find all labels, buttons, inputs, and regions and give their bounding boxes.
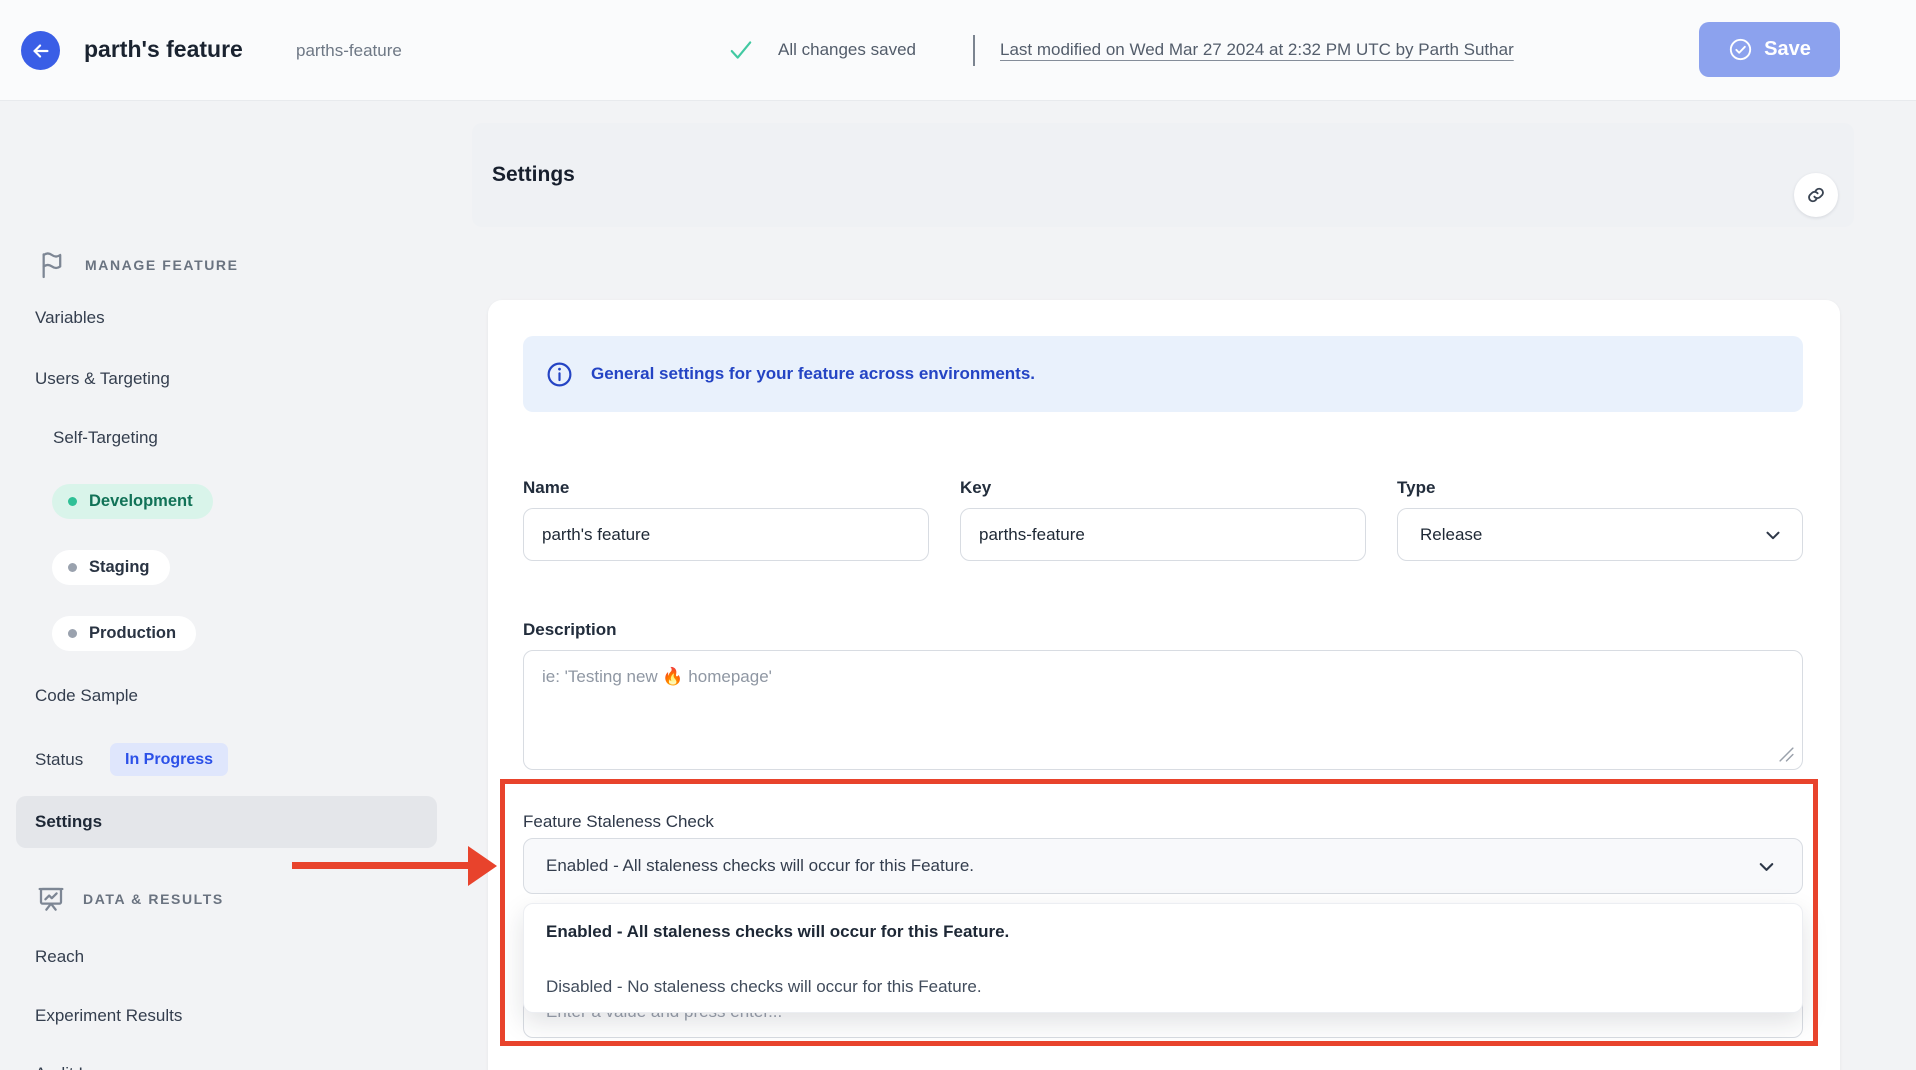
status-badge[interactable]: In Progress (110, 743, 228, 776)
type-select[interactable]: Release (1397, 508, 1803, 561)
sidebar-item-variables[interactable]: Variables (35, 301, 105, 335)
save-button-label: Save (1764, 38, 1811, 61)
description-textarea[interactable] (523, 650, 1803, 770)
info-icon (545, 360, 574, 389)
sidebar-item-label: Code Sample (35, 686, 138, 706)
sidebar-item-self-targeting[interactable]: Self-Targeting (53, 421, 158, 455)
link-icon (1805, 184, 1827, 206)
sidebar-env-development[interactable]: Development (52, 484, 213, 519)
last-modified-link[interactable]: Last modified on Wed Mar 27 2024 at 2:32… (1000, 40, 1514, 60)
type-select-value: Release (1420, 525, 1482, 545)
staleness-option-disabled[interactable]: Disabled - No staleness checks will occu… (524, 959, 1802, 1013)
sidebar-item-reach[interactable]: Reach (35, 940, 84, 974)
presentation-chart-icon (35, 883, 67, 915)
sidebar-env-production[interactable]: Production (52, 616, 196, 651)
description-label: Description (523, 620, 617, 640)
settings-heading: Settings (492, 123, 575, 227)
feature-settings-page: parth's feature parths-feature All chang… (0, 0, 1916, 1070)
flag-icon (37, 249, 69, 281)
settings-header-panel: Settings (472, 123, 1854, 227)
sidebar-item-label: Audit Log (35, 1064, 107, 1070)
chevron-down-icon (1762, 524, 1784, 546)
environment-label: Staging (89, 558, 150, 577)
sidebar-item-label: Experiment Results (35, 1006, 182, 1026)
feature-key-subtitle: parths-feature (296, 41, 402, 61)
sidebar-section-label: MANAGE FEATURE (85, 257, 239, 273)
sidebar-item-code-sample[interactable]: Code Sample (35, 679, 138, 713)
staleness-select-value: Enabled - All staleness checks will occu… (546, 856, 974, 876)
sidebar-item-experiment-results[interactable]: Experiment Results (35, 999, 182, 1033)
staleness-select[interactable]: Enabled - All staleness checks will occu… (523, 838, 1803, 894)
check-circle-icon (1728, 37, 1753, 62)
chevron-down-icon (1755, 855, 1778, 878)
sidebar-item-audit-log[interactable]: Audit Log (35, 1057, 107, 1070)
sidebar-item-label: Settings (35, 812, 102, 832)
sidebar-section-label: DATA & RESULTS (83, 891, 224, 907)
banner-text: General settings for your feature across… (591, 364, 1035, 384)
sidebar-env-staging[interactable]: Staging (52, 550, 170, 585)
save-button[interactable]: Save (1699, 22, 1840, 77)
sidebar: MANAGE FEATURE Variables Users & Targeti… (0, 101, 472, 1070)
environment-label: Production (89, 624, 176, 643)
environment-dot-icon (68, 629, 77, 638)
key-label: Key (960, 478, 991, 498)
back-button[interactable] (21, 31, 60, 70)
staleness-dropdown: Enabled - All staleness checks will occu… (523, 903, 1803, 1013)
sidebar-item-label: Variables (35, 308, 105, 328)
sidebar-status-label: Status (35, 743, 83, 776)
copy-link-button[interactable] (1794, 173, 1838, 217)
save-status-text: All changes saved (778, 40, 916, 60)
sidebar-item-settings[interactable]: Settings (16, 796, 437, 848)
sidebar-item-label: Reach (35, 947, 84, 967)
environment-dot-icon (68, 497, 77, 506)
type-label: Type (1397, 478, 1435, 498)
sidebar-item-label: Self-Targeting (53, 428, 158, 448)
name-input[interactable] (523, 508, 929, 561)
sidebar-section-data-results: DATA & RESULTS (35, 883, 224, 915)
staleness-option-enabled[interactable]: Enabled - All staleness checks will occu… (524, 904, 1802, 959)
check-icon (728, 37, 754, 63)
top-navbar: parth's feature parths-feature All chang… (0, 0, 1916, 101)
sidebar-section-manage-feature: MANAGE FEATURE (37, 249, 239, 281)
page-title: parth's feature (84, 36, 243, 63)
header-divider (973, 35, 975, 66)
key-input[interactable] (960, 508, 1366, 561)
sidebar-item-users-targeting[interactable]: Users & Targeting (35, 362, 170, 396)
name-label: Name (523, 478, 569, 498)
arrow-left-icon (30, 40, 52, 62)
sidebar-item-label: Users & Targeting (35, 369, 170, 389)
info-banner: General settings for your feature across… (523, 336, 1803, 412)
environment-dot-icon (68, 563, 77, 572)
staleness-label: Feature Staleness Check (523, 812, 714, 832)
environment-label: Development (89, 492, 193, 511)
